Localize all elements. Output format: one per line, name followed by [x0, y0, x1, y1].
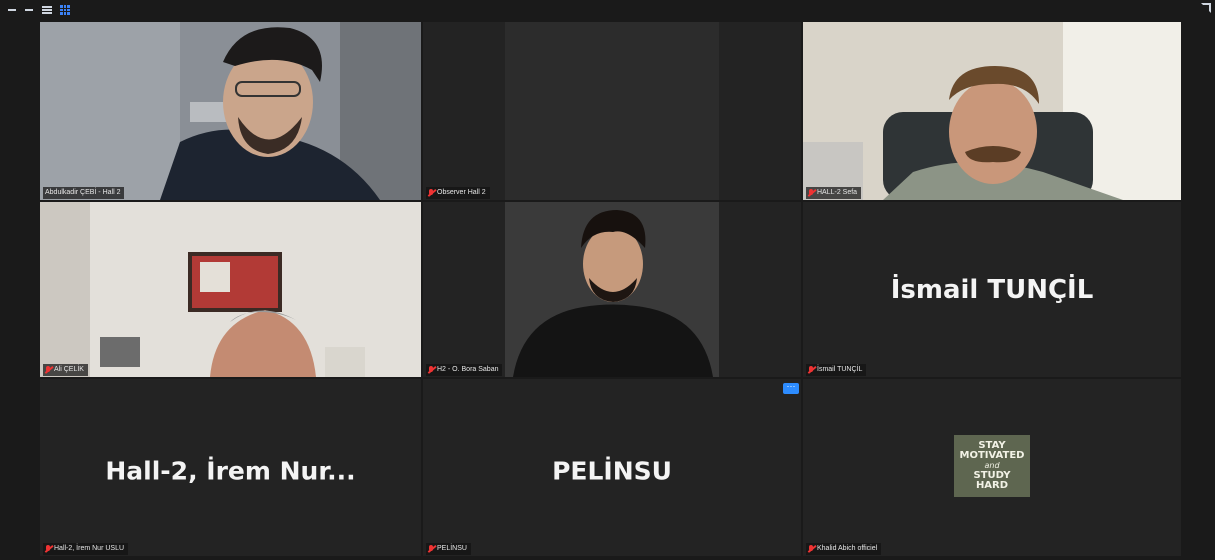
participant-tile[interactable]: HALL-2 Sefa	[803, 22, 1181, 200]
participant-display-name: Hall-2, İrem Nur...	[105, 456, 356, 486]
muted-mic-icon	[45, 366, 51, 374]
participant-name-tag: İsmail TUNÇİL	[806, 364, 867, 376]
participant-tile[interactable]: İsmail TUNÇİL İsmail TUNÇİL	[803, 202, 1181, 377]
avatar-text: HARD	[975, 480, 1009, 491]
more-options-button[interactable]: ···	[783, 382, 799, 394]
participant-name-tag: HALL-2 Sefa	[806, 187, 862, 199]
participant-avatar: STAY MOTIVATED and STUDY HARD	[954, 435, 1030, 497]
minimize-icon[interactable]	[8, 9, 16, 11]
participant-video	[423, 202, 801, 377]
meeting-top-bar	[0, 0, 1215, 20]
muted-mic-icon	[808, 545, 814, 553]
participant-tile[interactable]: Ali ÇELİK	[40, 202, 421, 377]
participant-name: H2 - O. Bora Saban	[437, 366, 499, 373]
participant-tile[interactable]: STAY MOTIVATED and STUDY HARD Khalid Abi…	[803, 379, 1181, 556]
muted-mic-icon	[428, 189, 434, 197]
participant-display-name: PELİNSU	[552, 456, 672, 486]
participant-name-tag: H2 - O. Bora Saban	[426, 364, 503, 376]
avatar-text: MOTIVATED	[959, 450, 1025, 461]
participant-name: Observer Hall 2	[437, 189, 486, 196]
participant-video	[40, 202, 421, 377]
muted-mic-icon	[808, 189, 814, 197]
participant-name-tag: Hall-2, İrem Nur USLU	[43, 543, 129, 555]
dash-icon[interactable]	[25, 9, 33, 11]
participant-tile[interactable]: Observer Hall 2	[423, 22, 801, 200]
participant-tile[interactable]: ··· PELİNSU PELİNSU	[423, 379, 801, 556]
participant-name: PELİNSU	[437, 545, 467, 552]
view-controls[interactable]	[8, 4, 70, 16]
participant-name-tag: Ali ÇELİK	[43, 364, 88, 376]
participant-display-name: İsmail TUNÇİL	[890, 274, 1094, 305]
participant-tile[interactable]: Abdulkadir ÇEBİ - Hall 2	[40, 22, 421, 200]
participant-name: HALL-2 Sefa	[817, 189, 858, 196]
muted-mic-icon	[428, 366, 434, 374]
participant-video	[40, 22, 421, 200]
participant-tile[interactable]: H2 - O. Bora Saban	[423, 202, 801, 377]
speaker-view-icon[interactable]	[42, 6, 52, 14]
participant-video-off	[505, 22, 719, 200]
participant-name: İsmail TUNÇİL	[817, 366, 863, 373]
gallery-view-icon[interactable]	[60, 5, 70, 15]
participant-name: Abdulkadir ÇEBİ - Hall 2	[45, 189, 121, 196]
participant-name: Khalid Abich officiel	[817, 545, 878, 552]
participant-name: Hall-2, İrem Nur USLU	[54, 545, 125, 552]
muted-mic-icon	[808, 366, 814, 374]
participant-name: Ali ÇELİK	[54, 366, 84, 373]
fullscreen-icon[interactable]	[1201, 3, 1211, 13]
participant-name-tag: Observer Hall 2	[426, 187, 490, 199]
muted-mic-icon	[428, 545, 434, 553]
participant-name-tag: PELİNSU	[426, 543, 471, 555]
participant-name-tag: Abdulkadir ÇEBİ - Hall 2	[43, 187, 125, 199]
participant-tile[interactable]: Hall-2, İrem Nur... Hall-2, İrem Nur USL…	[40, 379, 421, 556]
muted-mic-icon	[45, 545, 51, 553]
participant-name-tag: Khalid Abich officiel	[806, 543, 882, 555]
participant-video	[803, 22, 1181, 200]
